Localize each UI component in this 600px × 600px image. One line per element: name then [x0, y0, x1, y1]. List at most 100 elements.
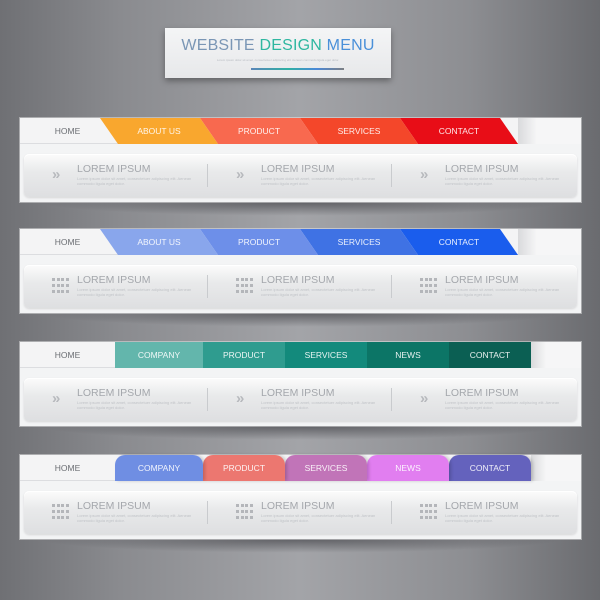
double-chevron-right-icon: » — [236, 166, 245, 183]
item-divider — [207, 164, 208, 187]
tab-label: PRODUCT — [222, 463, 266, 473]
tab-label: CONTACT — [469, 350, 511, 360]
content-item[interactable]: » LOREM IPSUM Lorem ipsum dolor sit amet, … — [212, 378, 392, 421]
content-item[interactable]: » LOREM IPSUM Lorem ipsum dolor sit amet, … — [396, 378, 576, 421]
title-subtitle: Lorem ipsum dolor sit amet, consectetuer… — [216, 58, 340, 62]
item-description: Lorem ipsum dolor sit amet, consectetuer… — [261, 400, 376, 410]
item-description: Lorem ipsum dolor sit amet, consectetuer… — [77, 513, 192, 523]
item-heading: LOREM IPSUM — [261, 500, 335, 512]
tab-company[interactable]: COMPANY — [115, 342, 203, 368]
content-panel: » LOREM IPSUM Lorem ipsum dolor sit amet, … — [24, 154, 577, 197]
tab-label: COMPANY — [137, 463, 181, 473]
item-heading: LOREM IPSUM — [445, 387, 519, 399]
menu-bar-4: HOME COMPANY PRODUCT SERVICES NEWS CONTACT LOR… — [20, 455, 581, 553]
tab-label: NEWS — [395, 350, 421, 360]
item-description: Lorem ipsum dolor sit amet, consectetuer… — [261, 176, 376, 186]
content-item[interactable]: LOREM IPSUM Lorem ipsum dolor sit amet, c… — [212, 491, 392, 534]
tab-product[interactable]: PRODUCT — [200, 229, 318, 255]
item-heading: LOREM IPSUM — [445, 274, 519, 286]
content-item[interactable]: » LOREM IPSUM Lorem ipsum dolor sit amet, … — [212, 154, 392, 197]
nav-tail — [518, 118, 581, 144]
menu-bar-2: HOME ABOUT US PRODUCT SERVICES CONTACT LOREM … — [20, 229, 581, 327]
tab-home[interactable]: HOME — [20, 229, 115, 255]
tab-services[interactable]: SERVICES — [300, 229, 418, 255]
item-description: Lorem ipsum dolor sit amet, consectetuer… — [445, 287, 560, 297]
tab-label: ABOUT US — [137, 237, 181, 247]
item-heading: LOREM IPSUM — [77, 163, 151, 175]
item-heading: LOREM IPSUM — [77, 387, 151, 399]
tab-label: COMPANY — [137, 350, 181, 360]
item-heading: LOREM IPSUM — [77, 500, 151, 512]
item-description: Lorem ipsum dolor sit amet, consectetuer… — [261, 287, 376, 297]
menu-bar-3: HOME COMPANY PRODUCT SERVICES NEWS CONTACT » LO… — [20, 342, 581, 440]
tab-product[interactable]: PRODUCT — [200, 118, 318, 144]
tab-label: SERVICES — [304, 350, 348, 360]
content-item[interactable]: LOREM IPSUM Lorem ipsum dolor sit amet, c… — [396, 491, 576, 534]
tab-contact[interactable]: CONTACT — [449, 455, 531, 481]
item-divider — [391, 275, 392, 298]
content-item[interactable]: LOREM IPSUM Lorem ipsum dolor sit amet, c… — [396, 265, 576, 308]
content-item[interactable]: » LOREM IPSUM Lorem ipsum dolor sit amet, … — [28, 378, 208, 421]
grid-icon — [236, 278, 254, 294]
item-description: Lorem ipsum dolor sit amet, consectetuer… — [77, 287, 192, 297]
grid-icon — [52, 278, 70, 294]
item-description: Lorem ipsum dolor sit amet, consectetuer… — [77, 176, 192, 186]
nav-tabs: HOME COMPANY PRODUCT SERVICES NEWS CONTACT — [20, 455, 581, 481]
tab-home[interactable]: HOME — [20, 342, 115, 368]
double-chevron-right-icon: » — [52, 390, 61, 407]
item-description: Lorem ipsum dolor sit amet, consectetuer… — [445, 513, 560, 523]
tab-label: CONTACT — [438, 237, 480, 247]
tab-contact[interactable]: CONTACT — [400, 229, 518, 255]
tab-product[interactable]: PRODUCT — [203, 342, 285, 368]
grid-icon — [420, 504, 438, 520]
item-heading: LOREM IPSUM — [261, 163, 335, 175]
tab-services[interactable]: SERVICES — [300, 118, 418, 144]
page-title: WEBSITE DESIGN MENU — [165, 37, 391, 55]
tab-label: SERVICES — [337, 237, 381, 247]
menu-bar-1: HOME ABOUT US PRODUCT SERVICES CONTACT » LOREM… — [20, 118, 581, 216]
item-heading: LOREM IPSUM — [445, 163, 519, 175]
nav-tail — [531, 342, 581, 368]
content-panel: LOREM IPSUM Lorem ipsum dolor sit amet, c… — [24, 491, 577, 534]
nav-tail — [518, 229, 581, 255]
tab-label: PRODUCT — [222, 350, 266, 360]
tab-services[interactable]: SERVICES — [285, 455, 367, 481]
item-description: Lorem ipsum dolor sit amet, consectetuer… — [261, 513, 376, 523]
grid-icon — [420, 278, 438, 294]
tab-home[interactable]: HOME — [20, 455, 115, 481]
tab-company[interactable]: COMPANY — [115, 455, 203, 481]
item-divider — [207, 501, 208, 524]
item-divider — [207, 388, 208, 411]
title-word-design: DESIGN — [259, 37, 323, 54]
double-chevron-right-icon: » — [52, 166, 61, 183]
tab-label: CONTACT — [438, 126, 480, 136]
tab-contact[interactable]: CONTACT — [400, 118, 518, 144]
double-chevron-right-icon: » — [236, 390, 245, 407]
item-divider — [391, 388, 392, 411]
nav-tabs: HOME ABOUT US PRODUCT SERVICES CONTACT — [20, 229, 581, 255]
tab-news[interactable]: NEWS — [367, 455, 449, 481]
item-divider — [391, 501, 392, 524]
item-heading: LOREM IPSUM — [261, 274, 335, 286]
title-underline — [251, 68, 344, 70]
item-heading: LOREM IPSUM — [261, 387, 335, 399]
tab-services[interactable]: SERVICES — [285, 342, 367, 368]
content-item[interactable]: LOREM IPSUM Lorem ipsum dolor sit amet, c… — [212, 265, 392, 308]
content-item[interactable]: » LOREM IPSUM Lorem ipsum dolor sit amet, … — [396, 154, 576, 197]
content-item[interactable]: LOREM IPSUM Lorem ipsum dolor sit amet, c… — [28, 265, 208, 308]
tab-label: ABOUT US — [137, 126, 181, 136]
tab-about-us[interactable]: ABOUT US — [100, 229, 218, 255]
grid-icon — [52, 504, 70, 520]
content-item[interactable]: LOREM IPSUM Lorem ipsum dolor sit amet, c… — [28, 491, 208, 534]
content-panel: » LOREM IPSUM Lorem ipsum dolor sit amet, … — [24, 378, 577, 421]
tab-label: PRODUCT — [237, 126, 281, 136]
tab-news[interactable]: NEWS — [367, 342, 449, 368]
tab-about-us[interactable]: ABOUT US — [100, 118, 218, 144]
nav-tabs: HOME COMPANY PRODUCT SERVICES NEWS CONTACT — [20, 342, 581, 368]
content-item[interactable]: » LOREM IPSUM Lorem ipsum dolor sit amet, … — [28, 154, 208, 197]
tab-product[interactable]: PRODUCT — [203, 455, 285, 481]
tab-home[interactable]: HOME — [20, 118, 115, 144]
title-card: WEBSITE DESIGN MENU Lorem ipsum dolor si… — [165, 28, 391, 78]
item-description: Lorem ipsum dolor sit amet, consectetuer… — [445, 176, 560, 186]
tab-contact[interactable]: CONTACT — [449, 342, 531, 368]
